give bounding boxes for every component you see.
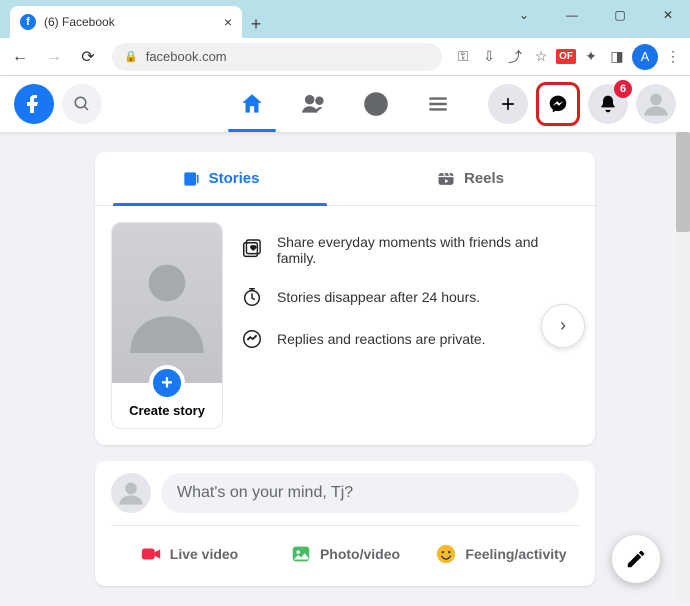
live-video-icon [140,543,162,565]
nav-groups[interactable] [348,78,404,130]
smiley-icon [435,543,457,565]
friends-icon [301,91,327,117]
url-input[interactable]: 🔒 facebook.com [112,43,442,71]
extensions-icon[interactable]: ✦ [580,46,602,68]
create-story-card[interactable]: + Create story [111,222,223,429]
photo-icon [290,543,312,565]
facebook-favicon: f [20,14,36,30]
notification-badge: 6 [614,80,632,98]
photo-video-label: Photo/video [320,546,400,562]
search-button[interactable] [62,84,102,124]
avatar-icon [642,90,670,118]
chevron-down-icon[interactable]: ⌄ [502,0,546,30]
avatar-icon [117,479,145,507]
reels-icon [436,169,456,189]
back-button[interactable]: ← [6,43,34,71]
stories-next-button[interactable]: › [541,304,585,348]
photo-video-button[interactable]: Photo/video [267,534,423,574]
reload-button[interactable]: ⟳ [74,43,102,71]
plus-icon [498,94,518,114]
messenger-icon [548,94,568,114]
browser-titlebar: f (6) Facebook × + ⌄ — ▢ ✕ [0,0,690,38]
composer-avatar[interactable] [111,473,151,513]
home-icon [239,91,265,117]
chevron-right-icon: › [560,315,566,336]
composer-card: What's on your mind, Tj? Live video Phot… [95,461,595,586]
story-info: Share everyday moments with friends and … [241,222,579,350]
forward-button[interactable]: → [40,43,68,71]
photo-heart-icon [241,239,263,261]
url-text: facebook.com [146,49,227,64]
main-content: Stories Reels + Create story S [0,132,690,606]
add-story-plus-icon: + [149,365,185,401]
stories-card: Stories Reels + Create story S [95,152,595,445]
key-icon[interactable]: ⚿ [452,46,474,68]
live-video-label: Live video [170,546,238,562]
browser-menu-icon[interactable]: ⋮ [662,46,684,68]
story-info-3: Replies and reactions are private. [277,331,486,347]
share-icon[interactable]: ⤴ [504,46,526,68]
nav-menu[interactable] [410,78,466,130]
bookmark-star-icon[interactable]: ☆ [530,46,552,68]
hamburger-icon [425,91,451,117]
compose-icon [625,548,647,570]
facebook-header: 6 [0,76,690,132]
nav-friends[interactable] [286,78,342,130]
window-maximize-button[interactable]: ▢ [598,0,642,30]
tab-stories-label: Stories [209,170,260,187]
center-navigation [224,76,466,132]
stories-icon [181,169,201,189]
install-icon[interactable]: ⇩ [478,46,500,68]
tab-title: (6) Facebook [44,15,216,29]
tab-reels[interactable]: Reels [345,152,595,205]
new-tab-button[interactable]: + [242,10,270,38]
composer-placeholder: What's on your mind, Tj? [177,484,353,502]
scrollbar-thumb[interactable] [676,132,690,232]
facebook-logo[interactable] [14,84,54,124]
account-avatar[interactable] [636,84,676,124]
close-tab-icon[interactable]: × [224,14,232,30]
search-icon [73,95,91,113]
notifications-button[interactable]: 6 [588,84,628,124]
browser-address-bar: ← → ⟳ 🔒 facebook.com ⚿ ⇩ ⤴ ☆ OF ✦ ◨ A ⋮ [0,38,690,76]
new-message-fab[interactable] [612,535,660,583]
window-minimize-button[interactable]: — [550,0,594,30]
window-close-button[interactable]: ✕ [646,0,690,30]
feeling-label: Feeling/activity [465,546,566,562]
extension-badge[interactable]: OF [556,49,576,64]
tab-reels-label: Reels [464,170,504,187]
clock-icon [241,286,263,308]
composer-input[interactable]: What's on your mind, Tj? [161,473,579,513]
groups-icon [363,91,389,117]
lock-icon: 🔒 [124,50,138,63]
browser-profile-avatar[interactable]: A [632,44,658,70]
side-panel-icon[interactable]: ◨ [606,46,628,68]
browser-tab[interactable]: f (6) Facebook × [10,6,242,38]
story-info-1: Share everyday moments with friends and … [277,234,579,266]
create-button[interactable] [488,84,528,124]
story-info-2: Stories disappear after 24 hours. [277,289,480,305]
feeling-button[interactable]: Feeling/activity [423,534,579,574]
live-video-button[interactable]: Live video [111,534,267,574]
messenger-button[interactable] [536,82,580,126]
avatar-placeholder-icon [112,223,222,383]
tab-stories[interactable]: Stories [95,152,345,205]
nav-home[interactable] [224,78,280,130]
bell-icon [598,94,618,114]
privacy-messenger-icon [241,328,263,350]
